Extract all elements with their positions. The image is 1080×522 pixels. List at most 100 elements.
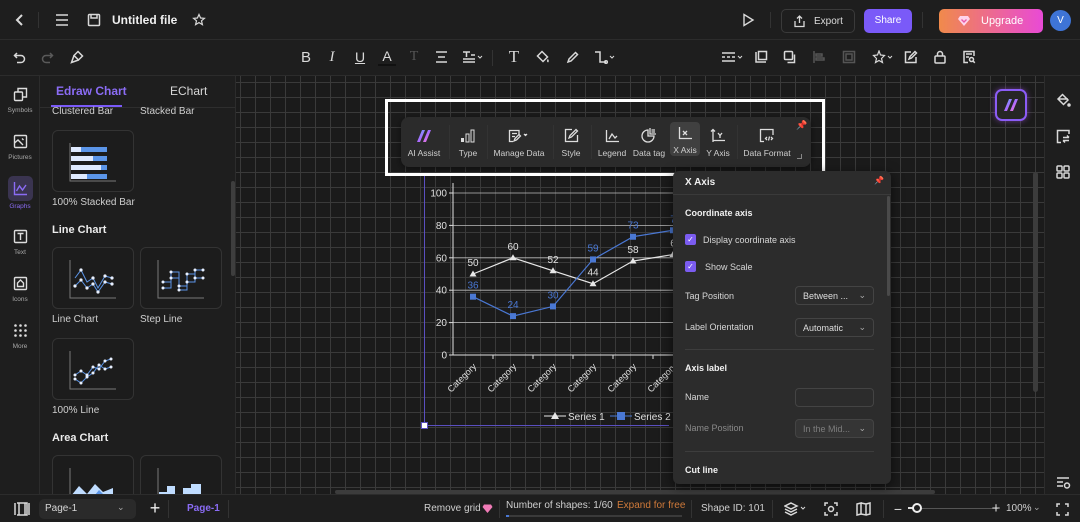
strikethrough-text-icon[interactable]: T [405,48,423,66]
zoom-in-icon[interactable]: + [990,499,1002,517]
star-icon[interactable] [189,10,209,30]
format-painter-icon[interactable] [68,48,86,66]
settings-list-icon[interactable] [1053,474,1073,492]
focus-mode-icon[interactable] [822,500,840,518]
underline-icon[interactable]: U [351,48,369,66]
zoom-slider-track[interactable] [908,503,998,513]
export-button[interactable]: Export [781,9,855,33]
percent-line-preview-icon [69,351,116,390]
font-color-icon[interactable]: A [378,48,396,66]
x-tick-label: Category [446,361,479,394]
rail-label: Graphs [9,203,31,210]
group-icon[interactable] [840,48,858,66]
chart-thumb-step-area[interactable] [140,455,222,494]
data-label: 59 [587,243,599,254]
bring-front-icon[interactable] [752,48,770,66]
upgrade-button[interactable]: Upgrade [939,9,1043,33]
rail-item-more[interactable]: More [0,323,40,350]
display-axis-checkbox[interactable]: ✓ [685,234,696,245]
section-heading-line: Line Chart [52,224,107,236]
vertical-scrollbar[interactable] [1033,172,1038,392]
rail-label: Pictures [8,154,32,161]
zoom-slider-handle[interactable] [912,503,922,513]
search-replace-icon[interactable] [960,48,978,66]
label-orientation-value: Automatic [803,323,844,333]
expand-for-free-link[interactable]: Expand for free [617,500,685,511]
rail-item-icons[interactable]: Icons [0,276,40,303]
magic-shape-icon[interactable] [871,48,897,66]
user-avatar[interactable]: V [1050,10,1071,31]
divider [685,349,874,350]
name-position-value: In the Mid... [803,424,851,434]
fill-style-icon[interactable] [1053,90,1073,110]
coordinate-axis-heading: Coordinate axis [685,208,753,218]
data-point-series-2 [510,313,516,320]
chart-thumb-100-stacked-bar[interactable] [52,130,134,192]
pen-icon[interactable] [563,48,581,66]
play-icon[interactable] [738,10,758,30]
x-tick-label: Category [566,361,599,394]
tab-echart[interactable]: EChart [170,84,207,98]
rail-item-pictures[interactable]: Pictures [0,134,40,161]
fill-icon[interactable] [534,48,552,66]
axis-name-input[interactable] [795,388,874,407]
remove-grid-button[interactable]: Remove grid [424,503,481,514]
share-button[interactable]: Share [864,9,912,33]
file-title[interactable]: Untitled file [112,13,177,27]
grid-view-icon[interactable] [1053,162,1073,182]
rail-item-text[interactable]: Text [0,229,40,256]
save-icon[interactable] [84,10,104,30]
chart-thumb-100-line[interactable] [52,338,134,400]
page-tab-active[interactable]: Page-1 [187,503,220,514]
shapes-progress-fill [506,515,509,517]
label-orientation-dropdown[interactable]: Automatic ⌄ [795,318,874,337]
undo-icon[interactable] [10,48,28,66]
add-page-icon[interactable]: + [146,498,164,518]
send-back-icon[interactable] [781,48,799,66]
ai-assistant-button[interactable] [995,89,1027,121]
rail-label: Icons [12,296,28,303]
align-icon[interactable] [810,48,828,66]
panel-scrollbar[interactable] [887,196,890,296]
redo-icon[interactable] [38,48,56,66]
divider [922,12,923,28]
pin-panel-icon[interactable]: 📌 [874,176,884,185]
text-spacing-icon[interactable] [460,48,486,66]
rail-item-symbols[interactable]: Symbols [0,87,40,114]
line-dash-icon[interactable] [720,48,746,66]
zoom-level[interactable]: 100% [1006,503,1032,514]
section-heading-area: Area Chart [52,432,109,444]
text-tool-icon[interactable]: T [505,47,523,66]
name-position-dropdown[interactable]: In the Mid... ⌄ [795,419,874,438]
chart-thumb-area[interactable] [52,455,134,494]
page-select[interactable]: Page-1 ⌄ [39,499,136,519]
convert-icon[interactable] [1053,126,1073,146]
panel-scrollbar[interactable] [231,181,235,276]
chart-thumb-line-chart[interactable] [52,247,134,309]
map-icon[interactable] [854,500,872,518]
menu-icon[interactable] [52,10,72,30]
page-layout-icon[interactable] [14,501,30,517]
chevron-down-icon: ⌄ [117,502,125,512]
tab-edraw-chart[interactable]: Edraw Chart [56,84,127,98]
italic-icon[interactable]: I [323,48,341,66]
align-center-icon[interactable] [432,48,450,66]
tag-position-dropdown[interactable]: Between ... ⌄ [795,286,874,305]
edit-icon[interactable] [902,48,920,66]
chevron-down-icon: ⌄ [858,423,866,433]
fullscreen-icon[interactable] [1054,501,1070,517]
name-position-label: Name Position [685,423,744,433]
lock-icon[interactable] [931,48,949,66]
rail-item-graphs[interactable]: Graphs [0,176,40,210]
top-bar: Untitled file Export Share Upgrade V [0,0,1080,40]
zoom-out-icon[interactable]: − [892,500,904,518]
y-tick-label: 60 [436,253,448,264]
back-icon[interactable] [10,10,30,30]
bold-icon[interactable]: B [297,48,315,66]
layers-icon[interactable] [782,500,810,518]
connector-icon[interactable] [593,48,619,66]
cut-line-heading: Cut line [685,465,718,475]
show-scale-checkbox[interactable]: ✓ [685,261,696,272]
chart-thumb-step-line[interactable] [140,247,222,309]
stacked-bar-preview-icon [69,143,116,182]
